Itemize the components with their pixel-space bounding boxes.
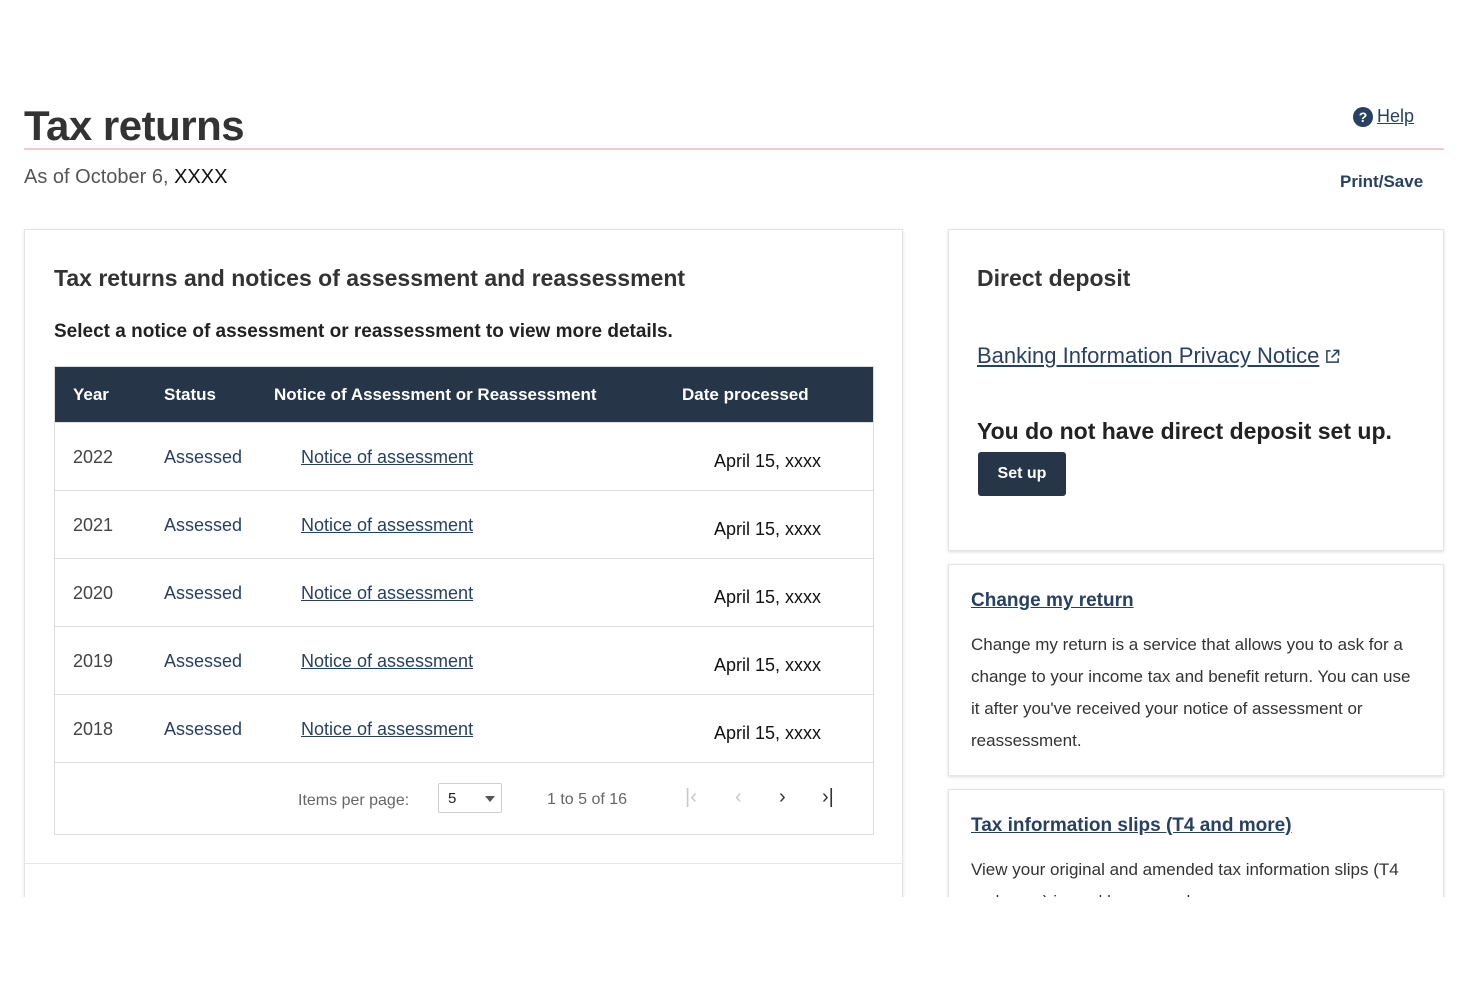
last-page-icon[interactable]: ›| <box>822 786 834 809</box>
table-row: 2019 Assessed Notice of assessment April… <box>55 626 873 694</box>
privacy-notice-label: Banking Information Privacy Notice <box>977 343 1320 368</box>
external-link-icon <box>1326 349 1340 363</box>
column-header-date[interactable]: Date processed <box>682 385 809 405</box>
cell-year: 2018 <box>73 719 114 739</box>
cell-year: 2019 <box>73 651 114 671</box>
notice-link[interactable]: Notice of assessment <box>301 719 473 740</box>
chevron-left-icon[interactable]: ‹ <box>735 786 742 809</box>
direct-deposit-card: Direct deposit Banking Information Priva… <box>948 229 1444 551</box>
items-per-page-label: Items per page: <box>298 792 410 809</box>
table-header: Year Status Notice of Assessment or Reas… <box>55 367 873 422</box>
column-header-year[interactable]: Year <box>73 385 109 405</box>
cell-date: April 15, xxxx <box>714 587 822 607</box>
table-row: 2022 Assessed Notice of assessment April… <box>55 422 873 490</box>
direct-deposit-status: You do not have direct deposit set up. <box>977 418 1392 444</box>
help-label: Help <box>1377 106 1415 126</box>
tax-slips-card: Tax information slips (T4 and more) View… <box>948 789 1444 909</box>
as-of-date: As of October 6, XXXX <box>24 166 227 189</box>
cell-date: April 15, xxxx <box>714 451 822 471</box>
notice-link[interactable]: Notice of assessment <box>301 583 473 604</box>
cell-date: April 15, xxxx <box>714 723 822 743</box>
cell-year: 2021 <box>73 515 114 535</box>
cell-status: Assessed <box>164 515 243 535</box>
items-per-page-value: 5 <box>448 790 457 807</box>
privacy-notice-link[interactable]: Banking Information Privacy Notice <box>977 343 1340 369</box>
as-of-year: XXXX <box>174 166 228 188</box>
column-header-notice[interactable]: Notice of Assessment or Reassessment <box>274 385 597 405</box>
change-return-description: Change my return is a service that allow… <box>971 635 1411 750</box>
page-range-label: 1 to 5 of 16 <box>547 791 628 808</box>
set-up-button[interactable]: Set up <box>978 452 1066 496</box>
cell-status: Assessed <box>164 719 243 739</box>
cell-status: Assessed <box>164 447 243 467</box>
tax-slips-link[interactable]: Tax information slips (T4 and more) <box>971 815 1292 837</box>
table-pager: Items per page: 5 1 to 5 of 16 |‹ ‹ › ›| <box>55 762 873 834</box>
change-return-card: Change my return Change my return is a s… <box>948 564 1444 776</box>
table-row: 2020 Assessed Notice of assessment April… <box>55 558 873 626</box>
card-divider <box>25 863 902 864</box>
first-page-icon[interactable]: |‹ <box>685 786 697 809</box>
help-link[interactable]: ? Help <box>1353 106 1414 127</box>
viewport-cutoff <box>0 897 1480 987</box>
cell-year: 2020 <box>73 583 114 603</box>
cell-date: April 15, xxxx <box>714 519 822 539</box>
tax-returns-card: Tax returns and notices of assessment an… <box>24 229 903 899</box>
change-return-link[interactable]: Change my return <box>971 590 1134 612</box>
chevron-right-icon[interactable]: › <box>779 786 786 809</box>
caret-down-icon <box>485 796 495 802</box>
card-instruction: Select a notice of assessment or reasses… <box>54 321 673 342</box>
cell-status: Assessed <box>164 583 243 603</box>
column-header-status[interactable]: Status <box>164 385 216 405</box>
title-divider <box>24 148 1444 150</box>
card-title: Tax returns and notices of assessment an… <box>54 265 686 291</box>
items-per-page-select[interactable]: 5 <box>438 783 502 813</box>
notice-link[interactable]: Notice of assessment <box>301 515 473 536</box>
question-circle-icon: ? <box>1353 106 1373 127</box>
cell-date: April 15, xxxx <box>714 655 822 675</box>
print-save-button[interactable]: Print/Save <box>1340 172 1423 192</box>
notice-link[interactable]: Notice of assessment <box>301 447 473 468</box>
table-row: 2018 Assessed Notice of assessment April… <box>55 694 873 762</box>
cell-year: 2022 <box>73 447 114 467</box>
notice-link[interactable]: Notice of assessment <box>301 651 473 672</box>
direct-deposit-title: Direct deposit <box>977 265 1131 291</box>
table-row: 2021 Assessed Notice of assessment April… <box>55 490 873 558</box>
assessments-table: Year Status Notice of Assessment or Reas… <box>54 366 874 835</box>
page-title: Tax returns <box>24 102 245 149</box>
cell-status: Assessed <box>164 651 243 671</box>
as-of-prefix: As of October 6, <box>24 166 169 188</box>
